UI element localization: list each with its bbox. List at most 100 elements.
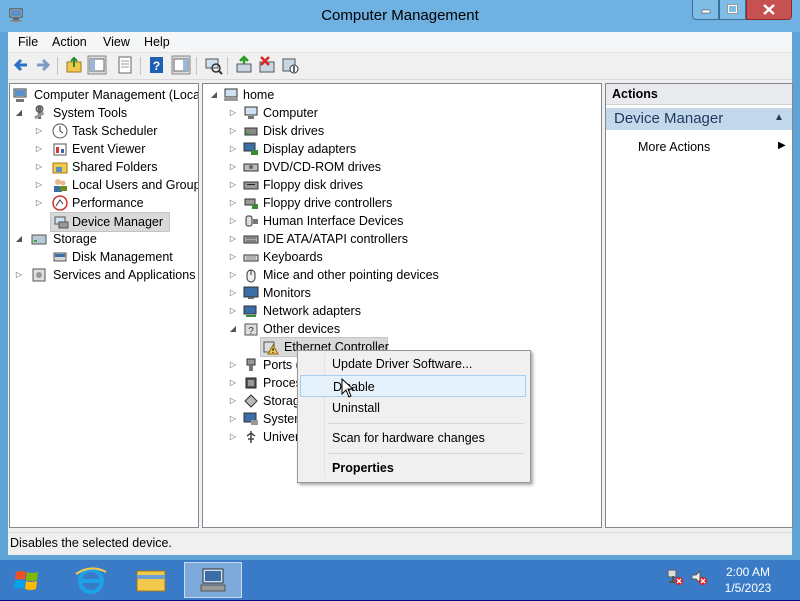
taskbar-clock[interactable]: 2:00 AM 1/5/2023: [718, 564, 778, 596]
device-category-display-adapters[interactable]: ▷ Display adapters: [203, 140, 593, 158]
collapse-arrow-icon[interactable]: ◢: [14, 230, 24, 248]
menu-item-disable[interactable]: Disable: [300, 375, 526, 397]
tree-item-computer-management[interactable]: Computer Management (Local: [10, 86, 198, 104]
collapse-arrow-icon[interactable]: ◢: [228, 320, 238, 338]
device-category-hid[interactable]: ▷ Human Interface Devices: [203, 212, 593, 230]
device-category-label: Disk drives: [263, 124, 325, 138]
device-category-keyboards[interactable]: ▷ Keyboards: [203, 248, 593, 266]
expand-arrow-icon[interactable]: ▷: [228, 410, 238, 428]
device-category-monitors[interactable]: ▷ Monitors: [203, 284, 593, 302]
show-action-pane-icon[interactable]: [171, 55, 191, 75]
expand-arrow-icon[interactable]: ▷: [34, 140, 44, 158]
tree-item-shared-folders[interactable]: ▷ Shared Folders: [10, 158, 198, 176]
expand-arrow-icon[interactable]: ▷: [228, 374, 238, 392]
menu-item-update-driver[interactable]: Update Driver Software...: [300, 353, 526, 375]
submenu-arrow-icon[interactable]: ▶: [778, 140, 786, 151]
tree-item-disk-management[interactable]: Disk Management: [10, 248, 198, 266]
device-category-computer[interactable]: ▷ Computer: [203, 104, 593, 122]
device-category-floppy-disk-drives[interactable]: ▷ Floppy disk drives: [203, 176, 593, 194]
properties-sheet-icon[interactable]: [115, 55, 135, 75]
collapse-arrow-icon[interactable]: ◢: [14, 104, 24, 122]
close-button[interactable]: [746, 0, 792, 20]
expand-arrow-icon[interactable]: ▷: [228, 104, 238, 122]
device-category-disk-drives[interactable]: ▷ Disk drives: [203, 122, 593, 140]
device-category-usb-controllers[interactable]: ▷ Univer: [203, 428, 303, 446]
menu-item-uninstall[interactable]: Uninstall: [300, 397, 526, 419]
taskbar-file-explorer[interactable]: [122, 562, 180, 598]
device-category-ide-ata[interactable]: ▷ IDE ATA/ATAPI controllers: [203, 230, 593, 248]
disable-device-icon[interactable]: [280, 55, 300, 75]
expand-arrow-icon[interactable]: ▷: [34, 158, 44, 176]
windows-start-icon[interactable]: [6, 564, 48, 598]
maximize-button[interactable]: [719, 0, 746, 20]
expand-arrow-icon[interactable]: ▷: [34, 194, 44, 212]
expand-arrow-icon[interactable]: ▷: [14, 266, 24, 284]
scan-hardware-icon[interactable]: [203, 55, 223, 75]
volume-muted-icon[interactable]: [690, 568, 708, 586]
expand-arrow-icon[interactable]: ▷: [228, 122, 238, 140]
menu-item-scan-hardware[interactable]: Scan for hardware changes: [300, 427, 526, 449]
tree-item-performance[interactable]: ▷ Performance: [10, 194, 198, 212]
device-category-processors[interactable]: ▷ Proces: [203, 374, 303, 392]
network-tray-icon[interactable]: [666, 568, 684, 586]
device-category-storage-controllers[interactable]: ▷ Storag: [203, 392, 303, 410]
actions-header-label: Actions: [612, 87, 658, 101]
menu-file[interactable]: File: [18, 35, 38, 49]
show-hide-tree-icon[interactable]: [87, 55, 107, 75]
expand-arrow-icon[interactable]: ▷: [228, 212, 238, 230]
device-category-floppy-controllers[interactable]: ▷ Floppy drive controllers: [203, 194, 593, 212]
title-bar[interactable]: Computer Management: [0, 0, 800, 32]
expand-arrow-icon[interactable]: ▷: [228, 302, 238, 320]
device-category-network-adapters[interactable]: ▷ Network adapters: [203, 302, 593, 320]
help-icon[interactable]: ?: [147, 55, 167, 75]
expand-arrow-icon[interactable]: ▷: [34, 122, 44, 140]
menu-action[interactable]: Action: [52, 35, 87, 49]
tree-item-event-viewer[interactable]: ▷ Event Viewer: [10, 140, 198, 158]
menu-item-properties[interactable]: Properties: [300, 457, 526, 479]
expand-arrow-icon[interactable]: ▷: [228, 140, 238, 158]
update-driver-icon[interactable]: [234, 55, 254, 75]
expand-arrow-icon[interactable]: ▷: [228, 392, 238, 410]
tree-item-storage[interactable]: ◢ Storage: [10, 230, 198, 248]
taskbar-internet-explorer[interactable]: [62, 562, 120, 598]
expand-arrow-icon[interactable]: ▷: [228, 266, 238, 284]
expand-arrow-icon[interactable]: ▷: [228, 428, 238, 446]
up-folder-icon[interactable]: [64, 55, 84, 75]
expand-arrow-icon[interactable]: ▷: [228, 176, 238, 194]
forward-arrow-icon[interactable]: [33, 55, 53, 75]
device-tree-root[interactable]: ◢ home: [203, 86, 593, 104]
more-actions-link[interactable]: More Actions: [638, 140, 710, 154]
expand-arrow-icon[interactable]: ▷: [228, 158, 238, 176]
storage-icon: [31, 234, 47, 245]
uninstall-device-icon[interactable]: [257, 55, 277, 75]
expand-arrow-icon[interactable]: ▷: [34, 176, 44, 194]
device-category-label: Network adapters: [263, 304, 361, 318]
taskbar-computer-management[interactable]: [184, 562, 242, 598]
menu-help[interactable]: Help: [144, 35, 170, 49]
tree-item-task-scheduler[interactable]: ▷ Task Scheduler: [10, 122, 198, 140]
expand-arrow-icon[interactable]: ▷: [228, 356, 238, 374]
actions-section-device-manager[interactable]: Device Manager ▲: [606, 108, 792, 130]
performance-icon: [52, 195, 68, 211]
device-category-other-devices[interactable]: ◢? Other devices: [203, 320, 593, 338]
expand-arrow-icon[interactable]: ▷: [228, 230, 238, 248]
expand-arrow-icon[interactable]: ▷: [228, 284, 238, 302]
device-category-system-devices[interactable]: ▷ Syster: [203, 410, 303, 428]
tree-item-services-applications[interactable]: ▷ Services and Applications: [10, 266, 198, 284]
collapse-arrow-icon[interactable]: ◢: [209, 86, 219, 104]
tree-item-local-users[interactable]: ▷ Local Users and Groups: [10, 176, 198, 194]
menu-view[interactable]: View: [103, 35, 130, 49]
minimize-button[interactable]: [692, 0, 719, 20]
device-category-mice[interactable]: ▷ Mice and other pointing devices: [203, 266, 593, 284]
tree-item-device-manager[interactable]: Device Manager: [50, 212, 170, 232]
tree-item-label: Event Viewer: [72, 142, 146, 156]
expand-arrow-icon[interactable]: ▷: [228, 194, 238, 212]
device-category-ports[interactable]: ▷ Ports (: [203, 356, 303, 374]
shared-folder-icon: [52, 162, 68, 174]
collapse-up-icon[interactable]: ▲: [774, 112, 784, 123]
back-arrow-icon[interactable]: [11, 55, 31, 75]
device-category-dvd-drives[interactable]: ▷ DVD/CD-ROM drives: [203, 158, 593, 176]
menu-item-label: Update Driver Software...: [332, 357, 473, 371]
tree-item-system-tools[interactable]: ◢ System Tools: [10, 104, 198, 122]
expand-arrow-icon[interactable]: ▷: [228, 248, 238, 266]
